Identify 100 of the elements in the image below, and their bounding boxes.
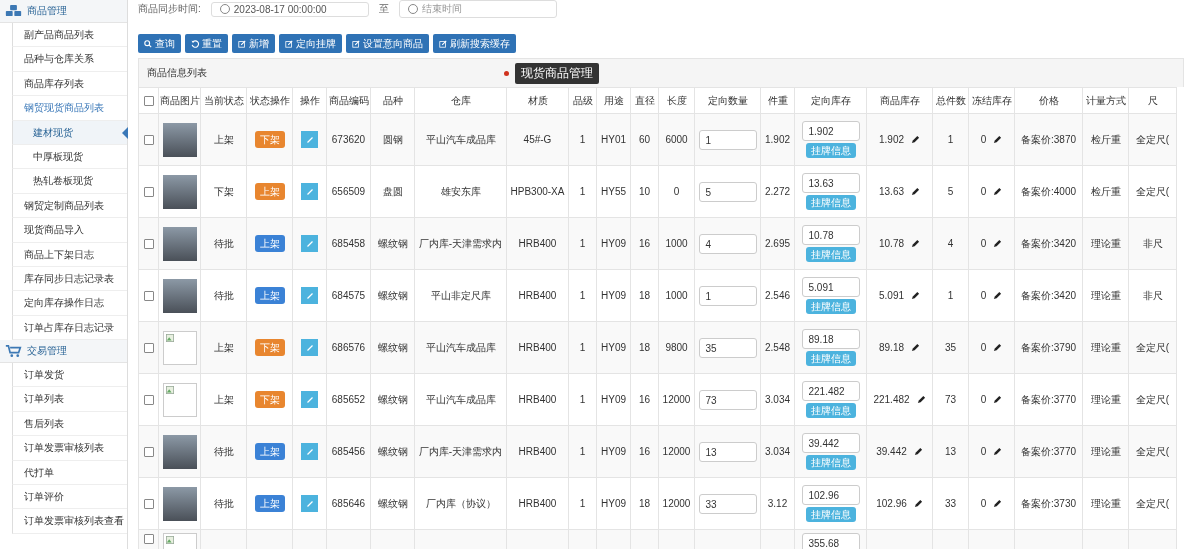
table-cell: 备案价:3420 <box>1021 289 1076 301</box>
row-checkbox[interactable] <box>143 447 154 458</box>
stock-input[interactable]: 5.091 <box>801 277 860 297</box>
stock-input[interactable]: 39.442 <box>801 433 860 453</box>
table-cell: 待批 <box>213 289 234 301</box>
column-header: 件重 <box>760 87 795 114</box>
menu-item[interactable]: 商品上下架日志 <box>12 242 127 267</box>
menu-group[interactable]: 商品管理 <box>0 0 127 23</box>
table-cell: 13 <box>944 446 957 457</box>
stock-input[interactable]: 10.78 <box>801 225 860 245</box>
pencil-icon[interactable] <box>993 499 1003 508</box>
row-checkbox[interactable] <box>143 534 154 545</box>
marker-dot-icon <box>504 70 509 76</box>
menu-item[interactable]: 定向库存操作日志 <box>12 291 127 316</box>
pencil-icon[interactable] <box>911 187 920 196</box>
toolbar-button[interactable]: 刷新搜索缓存 <box>433 34 516 53</box>
menu-item[interactable]: 订单评价 <box>12 485 127 510</box>
menu-item[interactable]: 代打单 <box>12 460 127 486</box>
quantity-input[interactable]: 13 <box>698 441 757 462</box>
row-checkbox[interactable] <box>143 499 154 510</box>
row-checkbox[interactable] <box>143 239 154 250</box>
pencil-icon[interactable] <box>911 135 920 144</box>
table-cell: 3.034 <box>765 394 790 405</box>
stock-input[interactable]: 89.18 <box>801 329 860 349</box>
submenu-item[interactable]: 热轧卷板现货 <box>12 169 127 194</box>
cart-icon <box>5 344 22 359</box>
menu-item[interactable]: 现货商品导入 <box>12 218 127 243</box>
status-button[interactable]: 上架 <box>254 495 285 512</box>
pencil-icon[interactable] <box>911 291 920 300</box>
table-cell: 0 <box>673 186 680 197</box>
menu-item[interactable]: 品种与仓库关系 <box>12 47 127 72</box>
pencil-icon[interactable] <box>911 239 920 248</box>
table-cell: 备案价:3770 <box>1021 393 1076 405</box>
table-cell: 102.96 <box>876 498 907 509</box>
table-cell: 1 <box>579 446 586 457</box>
pencil-icon[interactable] <box>993 187 1003 196</box>
table-cell: 平山非定尺库 <box>430 289 491 301</box>
menu-item[interactable]: 订单发货 <box>12 363 127 388</box>
quantity-input[interactable]: 4 <box>698 233 757 254</box>
photo-placeholder <box>162 434 197 469</box>
submenu-item[interactable]: 中厚板现货 <box>12 144 127 170</box>
stock-input[interactable]: 102.96 <box>801 485 860 505</box>
table-cell: 0 <box>980 238 987 249</box>
table-cell: 89.18 <box>879 342 904 353</box>
quantity-input[interactable]: 1 <box>698 129 757 150</box>
status-button[interactable]: 上架 <box>254 443 285 460</box>
menu-item[interactable]: 订单列表 <box>12 387 127 412</box>
menu-item[interactable]: 订单发票审核列表 <box>12 436 127 461</box>
submenu-item[interactable]: 建材现货 <box>12 120 127 145</box>
menu-item[interactable]: 售后列表 <box>12 411 127 437</box>
row-checkbox[interactable] <box>143 343 154 354</box>
table-cell: 备案价:4000 <box>1021 185 1076 197</box>
menu-item[interactable]: 订单发票审核列表查看 <box>12 509 127 534</box>
pencil-icon[interactable] <box>993 291 1003 300</box>
menu-item[interactable]: 副产品商品列表 <box>12 23 127 48</box>
status-button[interactable]: 上架 <box>254 287 285 304</box>
pencil-icon[interactable] <box>993 239 1003 248</box>
row-checkbox[interactable] <box>143 135 154 146</box>
row-checkbox[interactable] <box>143 395 154 406</box>
status-button[interactable]: 上架 <box>254 235 285 252</box>
quantity-input[interactable]: 35 <box>698 337 757 358</box>
photo-placeholder <box>162 278 197 313</box>
select-all-checkbox[interactable] <box>143 96 154 107</box>
menu-group[interactable]: 交易管理 <box>0 340 127 364</box>
table-cell: 待批 <box>213 497 234 509</box>
row-checkbox[interactable] <box>143 291 154 302</box>
toolbar-button[interactable]: 新增 <box>232 34 275 53</box>
quantity-input[interactable]: 73 <box>698 389 757 410</box>
menu-item[interactable]: 库存同步日志记录表 <box>12 266 127 292</box>
pencil-icon[interactable] <box>913 499 923 508</box>
table-cell: HPB300-XA <box>510 186 565 197</box>
pencil-icon[interactable] <box>993 395 1003 404</box>
pencil-icon[interactable] <box>993 447 1003 456</box>
table-cell: 盘圆 <box>382 185 403 197</box>
edit-icon <box>439 39 447 48</box>
panel-title: 商品信息列表 <box>147 66 207 80</box>
row-checkbox[interactable] <box>143 187 154 198</box>
stock-input[interactable]: 221.482 <box>801 381 860 401</box>
pencil-icon[interactable] <box>993 135 1003 144</box>
quantity-input[interactable]: 1 <box>698 285 757 306</box>
toolbar-button[interactable]: 定向挂牌 <box>279 34 342 53</box>
pencil-icon[interactable] <box>993 343 1003 352</box>
quantity-input[interactable]: 33 <box>698 493 757 514</box>
broken-image-icon <box>162 382 197 417</box>
menu-item[interactable]: 钢贸现货商品列表 <box>12 96 127 121</box>
toolbar-button[interactable]: 设置意向商品 <box>346 34 429 53</box>
table-cell: 螺纹钢 <box>377 497 408 509</box>
pencil-icon[interactable] <box>911 343 920 352</box>
stock-input[interactable]: 355.68 <box>801 533 860 549</box>
start-date-field[interactable]: 2023-08-17 00:00:00 <box>210 1 369 17</box>
pencil-icon[interactable] <box>916 395 926 404</box>
menu-item[interactable]: 商品库存列表 <box>12 71 127 97</box>
stock-input[interactable]: 13.63 <box>801 173 860 193</box>
column-header: 尺 <box>1128 87 1177 114</box>
toolbar-button[interactable]: 查询 <box>138 34 181 53</box>
pencil-icon[interactable] <box>913 447 923 456</box>
menu-item[interactable]: 钢贸定制商品列表 <box>12 193 127 219</box>
toolbar-button[interactable]: 重置 <box>185 34 228 53</box>
quantity-input[interactable]: 5 <box>698 181 757 202</box>
stock-input[interactable]: 1.902 <box>801 121 860 141</box>
